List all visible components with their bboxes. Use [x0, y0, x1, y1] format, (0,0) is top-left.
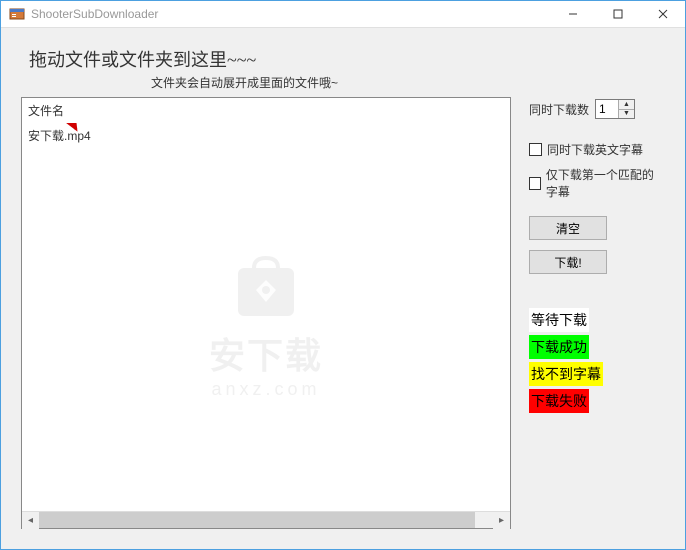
app-icon — [9, 6, 25, 22]
drop-instruction: 拖动文件或文件夹到这里~~~ — [29, 46, 665, 72]
file-list-body: 安下载.mp4 — [22, 123, 510, 511]
checkbox-english-label: 同时下载英文字幕 — [547, 141, 643, 158]
spinner-up[interactable]: ▲ — [619, 100, 634, 110]
minimize-button[interactable] — [550, 1, 595, 27]
concurrent-row: 同时下载数 ▲ ▼ — [529, 99, 665, 119]
titlebar: ShooterSubDownloader — [1, 1, 685, 28]
checkbox-first-match[interactable] — [529, 177, 541, 190]
scroll-right-button[interactable]: ▸ — [493, 512, 510, 529]
scroll-thumb[interactable] — [39, 512, 475, 528]
scroll-left-button[interactable]: ◂ — [22, 512, 39, 529]
watermark: 安下载 anxz.com — [209, 250, 323, 400]
checkbox-english-row: 同时下载英文字幕 — [529, 141, 665, 158]
download-button[interactable]: 下载! — [529, 250, 607, 274]
status-success: 下载成功 — [529, 335, 589, 359]
main-area: 文件名 安下载.mp4 — [21, 97, 665, 529]
close-button[interactable] — [640, 1, 685, 27]
window-controls — [550, 1, 685, 27]
checkbox-first-label: 仅下载第一个匹配的字幕 — [546, 166, 665, 200]
drop-sub-instruction: 文件夹会自动展开成里面的文件哦~ — [151, 74, 665, 91]
list-item[interactable]: 安下载.mp4 — [28, 125, 504, 146]
side-panel: 同时下载数 ▲ ▼ 同时下载英文字幕 仅下载第一 — [529, 97, 665, 529]
status-legend: 等待下载 下载成功 找不到字幕 下载失败 — [529, 308, 665, 413]
column-header-filename: 文件名 — [22, 98, 510, 123]
spinner-down[interactable]: ▼ — [619, 110, 634, 119]
horizontal-scrollbar[interactable]: ◂ ▸ — [22, 511, 510, 528]
file-list-panel[interactable]: 文件名 安下载.mp4 — [21, 97, 511, 529]
scroll-track[interactable] — [39, 512, 493, 528]
watermark-text: 安下载 — [209, 327, 323, 379]
concurrent-stepper[interactable]: ▲ ▼ — [595, 99, 635, 119]
clear-button[interactable]: 清空 — [529, 216, 607, 240]
status-waiting: 等待下载 — [529, 308, 589, 332]
app-window: ShooterSubDownloader 拖动文件或文件夹到这里~~~ 文件夹会… — [0, 0, 686, 550]
content-area: 拖动文件或文件夹到这里~~~ 文件夹会自动展开成里面的文件哦~ 文件名 安下载.… — [1, 28, 685, 549]
checkbox-english[interactable] — [529, 143, 542, 156]
watermark-url: anxz.com — [209, 379, 323, 400]
maximize-button[interactable] — [595, 1, 640, 27]
clear-button-label: 清空 — [556, 220, 580, 237]
concurrent-input[interactable] — [596, 100, 618, 118]
download-button-label: 下载! — [554, 254, 581, 271]
concurrent-label: 同时下载数 — [529, 101, 589, 118]
status-failed: 下载失败 — [529, 389, 589, 413]
window-title: ShooterSubDownloader — [31, 7, 550, 21]
status-notfound: 找不到字幕 — [529, 362, 603, 386]
checkbox-first-row: 仅下载第一个匹配的字幕 — [529, 166, 665, 200]
